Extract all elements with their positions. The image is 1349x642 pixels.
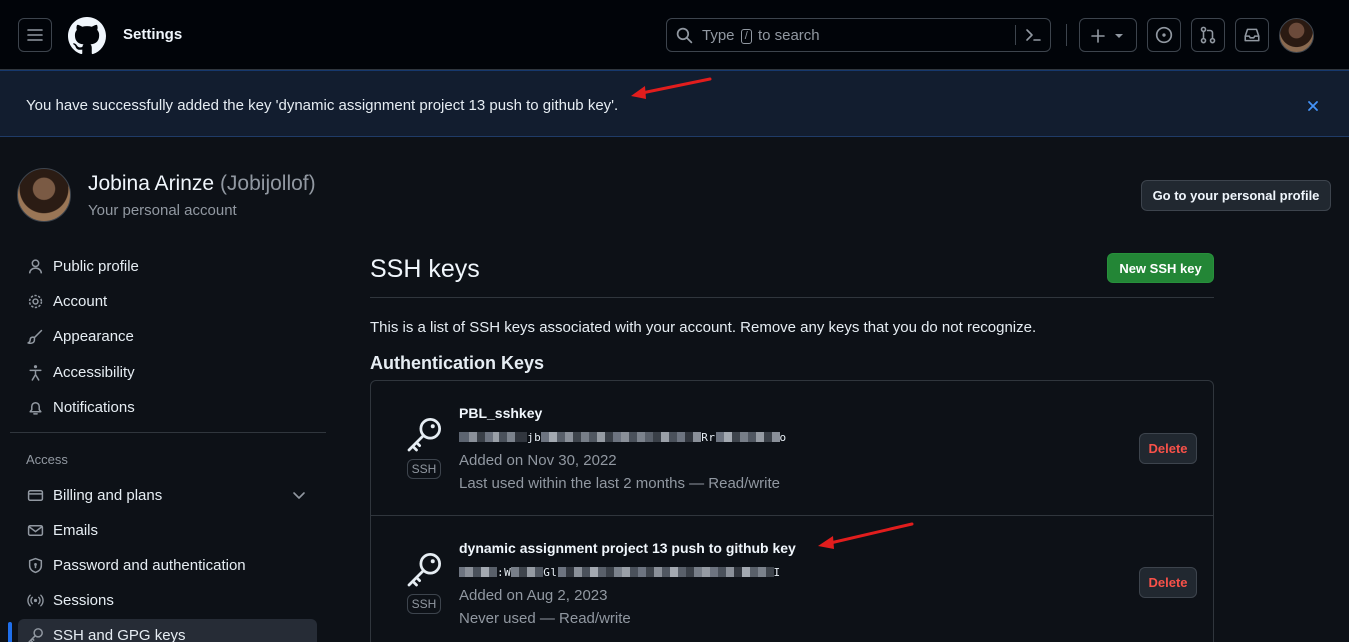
sidebar-item-account[interactable]: Account — [18, 285, 317, 317]
keys-list: SSH PBL_sshkey jb Rr o Added on Nov 30, 20… — [370, 380, 1214, 642]
section-heading: Authentication Keys — [370, 353, 545, 373]
profile-subtitle: Your personal account — [88, 202, 237, 219]
key-added-date: Added on Aug 2, 2023 — [459, 587, 608, 604]
search-prefix: Type — [702, 27, 735, 44]
create-new-button[interactable] — [1079, 18, 1137, 52]
global-header: Settings Type / to search — [0, 0, 1349, 70]
profile-avatar — [17, 168, 71, 222]
header-divider — [1066, 24, 1067, 46]
sidebar-item-accessibility[interactable]: Accessibility — [18, 356, 317, 388]
sidebar-item-emails[interactable]: Emails — [18, 514, 317, 546]
key-last-used: Last used within the last 2 months — Rea… — [459, 475, 780, 492]
pull-requests-button[interactable] — [1191, 18, 1225, 52]
sidebar-item-notifications[interactable]: Notifications — [18, 391, 317, 423]
github-logo-icon[interactable] — [68, 17, 106, 55]
gear-icon — [25, 291, 45, 311]
inbox-icon — [1244, 28, 1260, 42]
sidebar-item-label: Accessibility — [53, 363, 135, 381]
delete-key-button[interactable]: Delete — [1139, 433, 1197, 464]
paintbrush-icon — [25, 326, 45, 346]
sidebar-item-label: Public profile — [53, 257, 139, 275]
sidebar-item-label: Password and authentication — [53, 556, 246, 574]
sidebar-item-label: SSH and GPG keys — [53, 626, 186, 642]
command-palette-icon[interactable] — [1023, 25, 1043, 45]
sidebar-item-label: Notifications — [53, 398, 135, 416]
profile-login: (Jobijollof) — [219, 172, 316, 195]
search-placeholder: Type / to search — [702, 27, 820, 44]
user-avatar[interactable] — [1279, 18, 1314, 53]
new-ssh-key-button[interactable]: New SSH key — [1107, 253, 1214, 283]
sidebar-item-label: Billing and plans — [53, 486, 163, 504]
menu-button[interactable] — [18, 18, 52, 52]
plus-icon — [1091, 29, 1105, 43]
triangle-down-icon — [1115, 34, 1123, 38]
title-divider — [370, 297, 1214, 298]
context-title[interactable]: Settings — [123, 26, 182, 43]
key-fingerprint-redacted: :W Gl I — [459, 566, 781, 579]
key-icon — [25, 625, 45, 642]
key-icon — [407, 418, 441, 452]
annotation-arrow-flash — [631, 77, 712, 99]
fingerprint-fragment: :W — [497, 566, 512, 579]
search-shortcut-key: / — [740, 29, 752, 44]
fingerprint-fragment: Rr — [701, 431, 716, 444]
search-input[interactable]: Type / to search — [666, 18, 1051, 52]
sidebar-item-password[interactable]: Password and authentication — [18, 549, 317, 581]
fingerprint-fragment: I — [773, 566, 781, 579]
key-title: PBL_sshkey — [459, 405, 543, 421]
search-suffix: to search — [757, 27, 820, 44]
accessibility-icon — [25, 362, 45, 382]
sidebar-item-billing[interactable]: Billing and plans — [18, 479, 317, 511]
sidebar-item-label: Appearance — [53, 327, 134, 345]
shield-lock-icon — [25, 555, 45, 575]
flash-message: You have successfully added the key 'dyn… — [26, 97, 619, 114]
bell-icon — [25, 397, 45, 417]
fingerprint-fragment: Gl — [543, 566, 558, 579]
sidebar-active-indicator — [8, 622, 12, 642]
sidebar-item-public-profile[interactable]: Public profile — [18, 250, 317, 282]
ssh-badge: SSH — [407, 594, 441, 614]
intro-text: This is a list of SSH keys associated wi… — [370, 319, 1037, 336]
go-to-profile-button[interactable]: Go to your personal profile — [1141, 180, 1331, 211]
profile-name: Jobina Arinze (Jobijollof) — [88, 172, 316, 196]
close-icon[interactable] — [1305, 98, 1321, 114]
fingerprint-fragment: o — [779, 431, 787, 444]
person-icon — [25, 256, 45, 276]
key-last-used: Never used — Read/write — [459, 610, 631, 627]
issues-button[interactable] — [1147, 18, 1181, 52]
git-pull-request-icon — [1200, 26, 1216, 44]
sidebar-item-label: Emails — [53, 521, 99, 539]
credit-card-icon — [25, 485, 45, 505]
page-title: SSH keys — [370, 255, 480, 283]
profile-display-name: Jobina Arinze — [88, 172, 215, 195]
issue-opened-icon — [1155, 26, 1173, 44]
sidebar-item-label: Account — [53, 292, 108, 310]
sidebar-item-appearance[interactable]: Appearance — [18, 320, 317, 352]
list-item: SSH PBL_sshkey jb Rr o Added on Nov 30, 20… — [371, 381, 1213, 515]
list-item: SSH dynamic assignment project 13 push t… — [371, 515, 1213, 642]
sidebar-item-sessions[interactable]: Sessions — [18, 584, 317, 616]
hamburger-icon — [27, 29, 43, 41]
mail-icon — [25, 520, 45, 540]
search-icon — [676, 27, 693, 44]
search-divider — [1015, 25, 1016, 45]
sidebar-heading-access: Access — [26, 452, 68, 467]
key-title: dynamic assignment project 13 push to gi… — [459, 540, 796, 556]
sidebar-item-label: Sessions — [53, 591, 114, 609]
inbox-button[interactable] — [1235, 18, 1269, 52]
broadcast-icon — [25, 590, 45, 610]
sidebar-item-ssh-gpg-keys[interactable]: SSH and GPG keys — [18, 619, 317, 642]
key-fingerprint-redacted: jb Rr o — [459, 431, 787, 444]
delete-key-button[interactable]: Delete — [1139, 567, 1197, 598]
key-added-date: Added on Nov 30, 2022 — [459, 452, 617, 469]
chevron-down-icon[interactable] — [291, 487, 307, 503]
sidebar-divider — [10, 432, 326, 433]
ssh-badge: SSH — [407, 459, 441, 479]
fingerprint-fragment: jb — [527, 431, 542, 444]
key-icon — [407, 553, 441, 587]
